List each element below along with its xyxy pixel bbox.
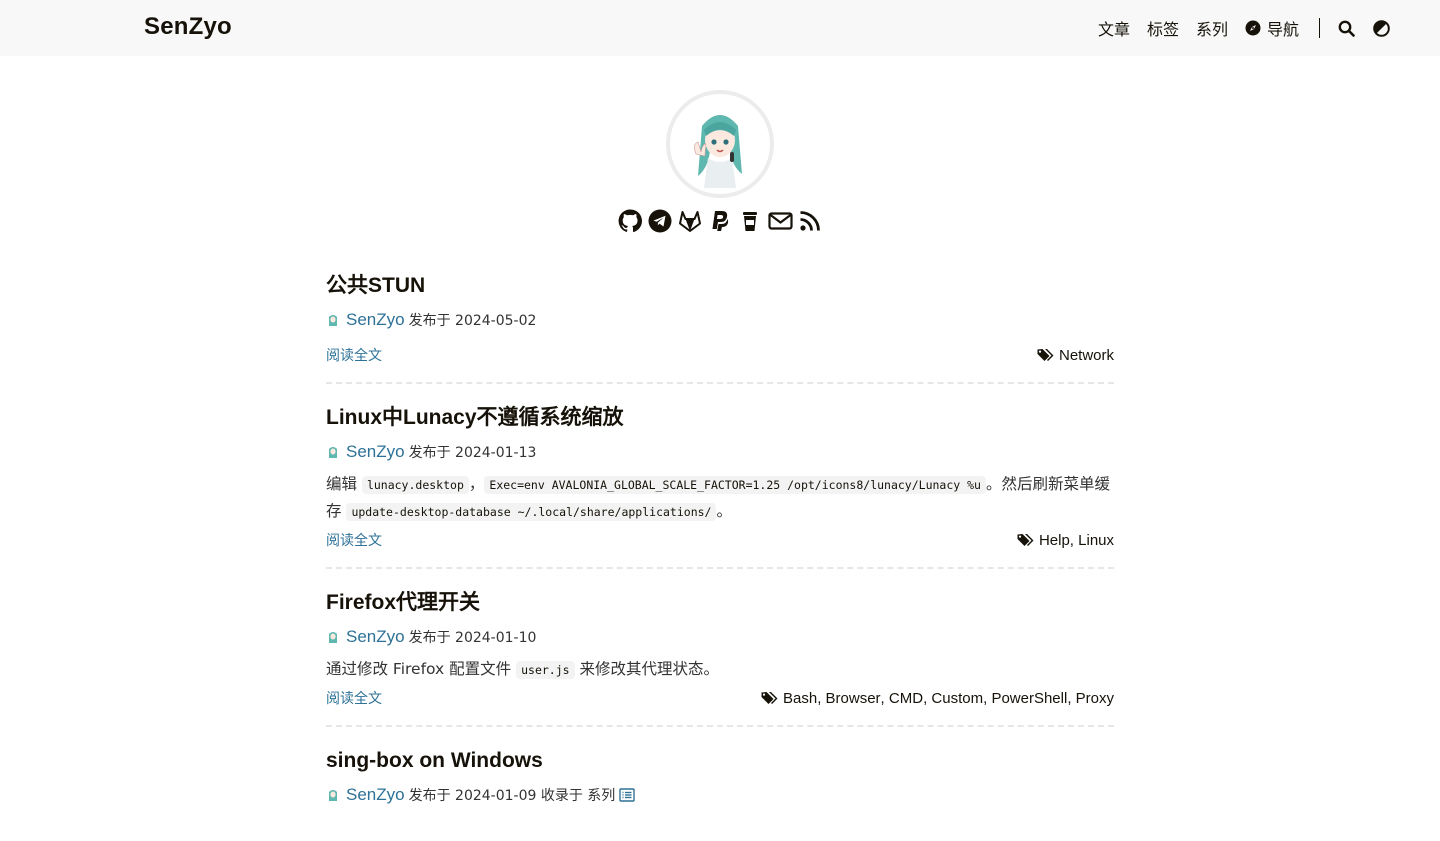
post-tags: Help, Linux — [1017, 532, 1114, 549]
read-more-link[interactable]: 阅读全文 — [326, 530, 382, 550]
summary-text: 。 — [716, 502, 732, 520]
main-menu: 文章 标签 系列 导航 — [1081, 0, 1400, 56]
series-link[interactable] — [619, 788, 636, 802]
summary-text: ， — [468, 475, 485, 493]
author-avatar — [326, 630, 340, 644]
theme-toggle-button[interactable] — [1373, 19, 1390, 37]
menu-item-nav[interactable]: 导航 — [1245, 16, 1299, 40]
post-date: 发布于 2024-05-02 — [408, 313, 537, 329]
github-icon — [618, 208, 642, 232]
post-footer: 阅读全文 Help, Linux — [326, 529, 1114, 551]
summary-code: lunacy.desktop — [361, 476, 469, 494]
tag-separator: , — [983, 689, 992, 707]
telegram-link[interactable] — [648, 208, 673, 233]
post-item: 公共STUN SenZyo 发布于 2024-05-02 阅读全文 Networ… — [326, 270, 1114, 384]
post-tags: Bash, Browser, CMD, Custom, PowerShell, … — [761, 690, 1114, 707]
author-avatar — [326, 788, 340, 802]
post-author[interactable]: SenZyo — [346, 310, 405, 330]
tag-link[interactable]: Linux — [1078, 532, 1114, 549]
gitlab-link[interactable] — [678, 208, 703, 233]
post-tags: Network — [1037, 347, 1114, 364]
summary-text: 来修改其代理状态。 — [574, 660, 719, 678]
paypal-icon — [712, 210, 729, 231]
tag-separator: , — [923, 689, 932, 707]
post-summary: 编辑 lunacy.desktop， Exec=env AVALONIA_GLOB… — [326, 471, 1114, 525]
social-links — [0, 208, 1440, 233]
post-date: 发布于 2024-01-09 收录于 系列 — [408, 788, 616, 804]
telegram-icon — [648, 209, 672, 232]
summary-text: 编辑 — [326, 475, 362, 493]
post-meta: SenZyo 发布于 2024-01-10 — [326, 625, 1114, 649]
post-date: 发布于 2024-01-13 — [408, 445, 537, 461]
post-list: 公共STUN SenZyo 发布于 2024-05-02 阅读全文 Networ… — [326, 270, 1114, 841]
rss-link[interactable] — [798, 208, 823, 233]
post-item: sing-box on Windows SenZyo 发布于 2024-01-0… — [326, 745, 1114, 823]
author-avatar — [326, 445, 340, 459]
tag-separator: , — [1069, 531, 1079, 549]
post-summary: 通过修改 Firefox 配置文件 user.js 来修改其代理状态。 — [326, 656, 1114, 683]
site-brand[interactable]: SenZyo — [144, 13, 232, 41]
post-item: Firefox代理开关 SenZyo 发布于 2024-01-10 通过修改 F… — [326, 587, 1114, 727]
summary-code: update-desktop-database ~/.local/share/a… — [346, 503, 717, 521]
search-button[interactable] — [1338, 20, 1355, 37]
tag-separator: , — [817, 689, 826, 707]
profile-section — [0, 90, 1440, 198]
compass-icon — [1245, 20, 1261, 36]
tag-link[interactable]: CMD — [889, 690, 923, 707]
post-date: 发布于 2024-01-10 — [408, 630, 537, 646]
post-meta: SenZyo 发布于 2024-01-09 收录于 系列 — [326, 783, 1114, 807]
tags-icon — [1017, 533, 1034, 546]
post-title[interactable]: sing-box on Windows — [326, 745, 1114, 777]
coffee-icon — [743, 211, 757, 231]
tag-link[interactable]: PowerShell — [991, 690, 1067, 707]
email-icon — [767, 211, 793, 230]
series-list-icon — [619, 788, 636, 802]
read-more-link[interactable]: 阅读全文 — [326, 345, 382, 365]
tag-link[interactable]: Custom — [931, 690, 983, 707]
tag-separator: , — [1067, 689, 1076, 707]
post-footer: 阅读全文 Bash, Browser, CMD, Custom, PowerSh… — [326, 687, 1114, 709]
site-header: SenZyo 文章 标签 系列 导航 — [0, 0, 1440, 56]
menu-item-nav-label: 导航 — [1266, 20, 1299, 39]
post-author[interactable]: SenZyo — [346, 785, 405, 805]
menu-divider — [1319, 18, 1320, 38]
rss-icon — [800, 210, 820, 231]
paypal-link[interactable] — [708, 208, 733, 233]
post-title[interactable]: Firefox代理开关 — [326, 587, 1114, 619]
summary-code: user.js — [516, 661, 575, 679]
avatar — [666, 90, 774, 198]
tag-link[interactable]: Network — [1059, 347, 1114, 364]
coffee-link[interactable] — [738, 208, 763, 233]
post-footer: 阅读全文 Network — [326, 344, 1114, 366]
tag-link[interactable]: Browser — [826, 690, 881, 707]
menu-item-posts[interactable]: 文章 — [1098, 16, 1130, 40]
author-avatar — [326, 313, 340, 327]
post-author[interactable]: SenZyo — [346, 442, 405, 462]
tag-separator: , — [880, 689, 889, 707]
theme-toggle-icon — [1373, 19, 1390, 37]
tag-link[interactable]: Help — [1039, 532, 1070, 549]
post-meta: SenZyo 发布于 2024-05-02 — [326, 308, 1114, 332]
post-title[interactable]: 公共STUN — [326, 270, 1114, 302]
search-icon — [1338, 20, 1355, 37]
tags-icon — [1037, 348, 1054, 361]
menu-item-tags[interactable]: 标签 — [1147, 16, 1179, 40]
summary-code: Exec=env AVALONIA_GLOBAL_SCALE_FACTOR=1.… — [484, 476, 986, 494]
tags-icon — [761, 691, 778, 704]
avatar-illustration — [672, 96, 768, 192]
summary-text: 通过修改 Firefox 配置文件 — [326, 660, 517, 678]
post-title[interactable]: Linux中Lunacy不遵循系统缩放 — [326, 402, 1114, 434]
post-meta: SenZyo 发布于 2024-01-13 — [326, 440, 1114, 464]
tag-link[interactable]: Proxy — [1076, 690, 1114, 707]
gitlab-icon — [679, 210, 701, 232]
github-link[interactable] — [618, 208, 643, 233]
read-more-link[interactable]: 阅读全文 — [326, 688, 382, 708]
tag-link[interactable]: Bash — [783, 690, 817, 707]
email-link[interactable] — [767, 208, 793, 233]
post-item: Linux中Lunacy不遵循系统缩放 SenZyo 发布于 2024-01-1… — [326, 402, 1114, 569]
menu-item-series[interactable]: 系列 — [1196, 16, 1228, 40]
post-author[interactable]: SenZyo — [346, 627, 405, 647]
